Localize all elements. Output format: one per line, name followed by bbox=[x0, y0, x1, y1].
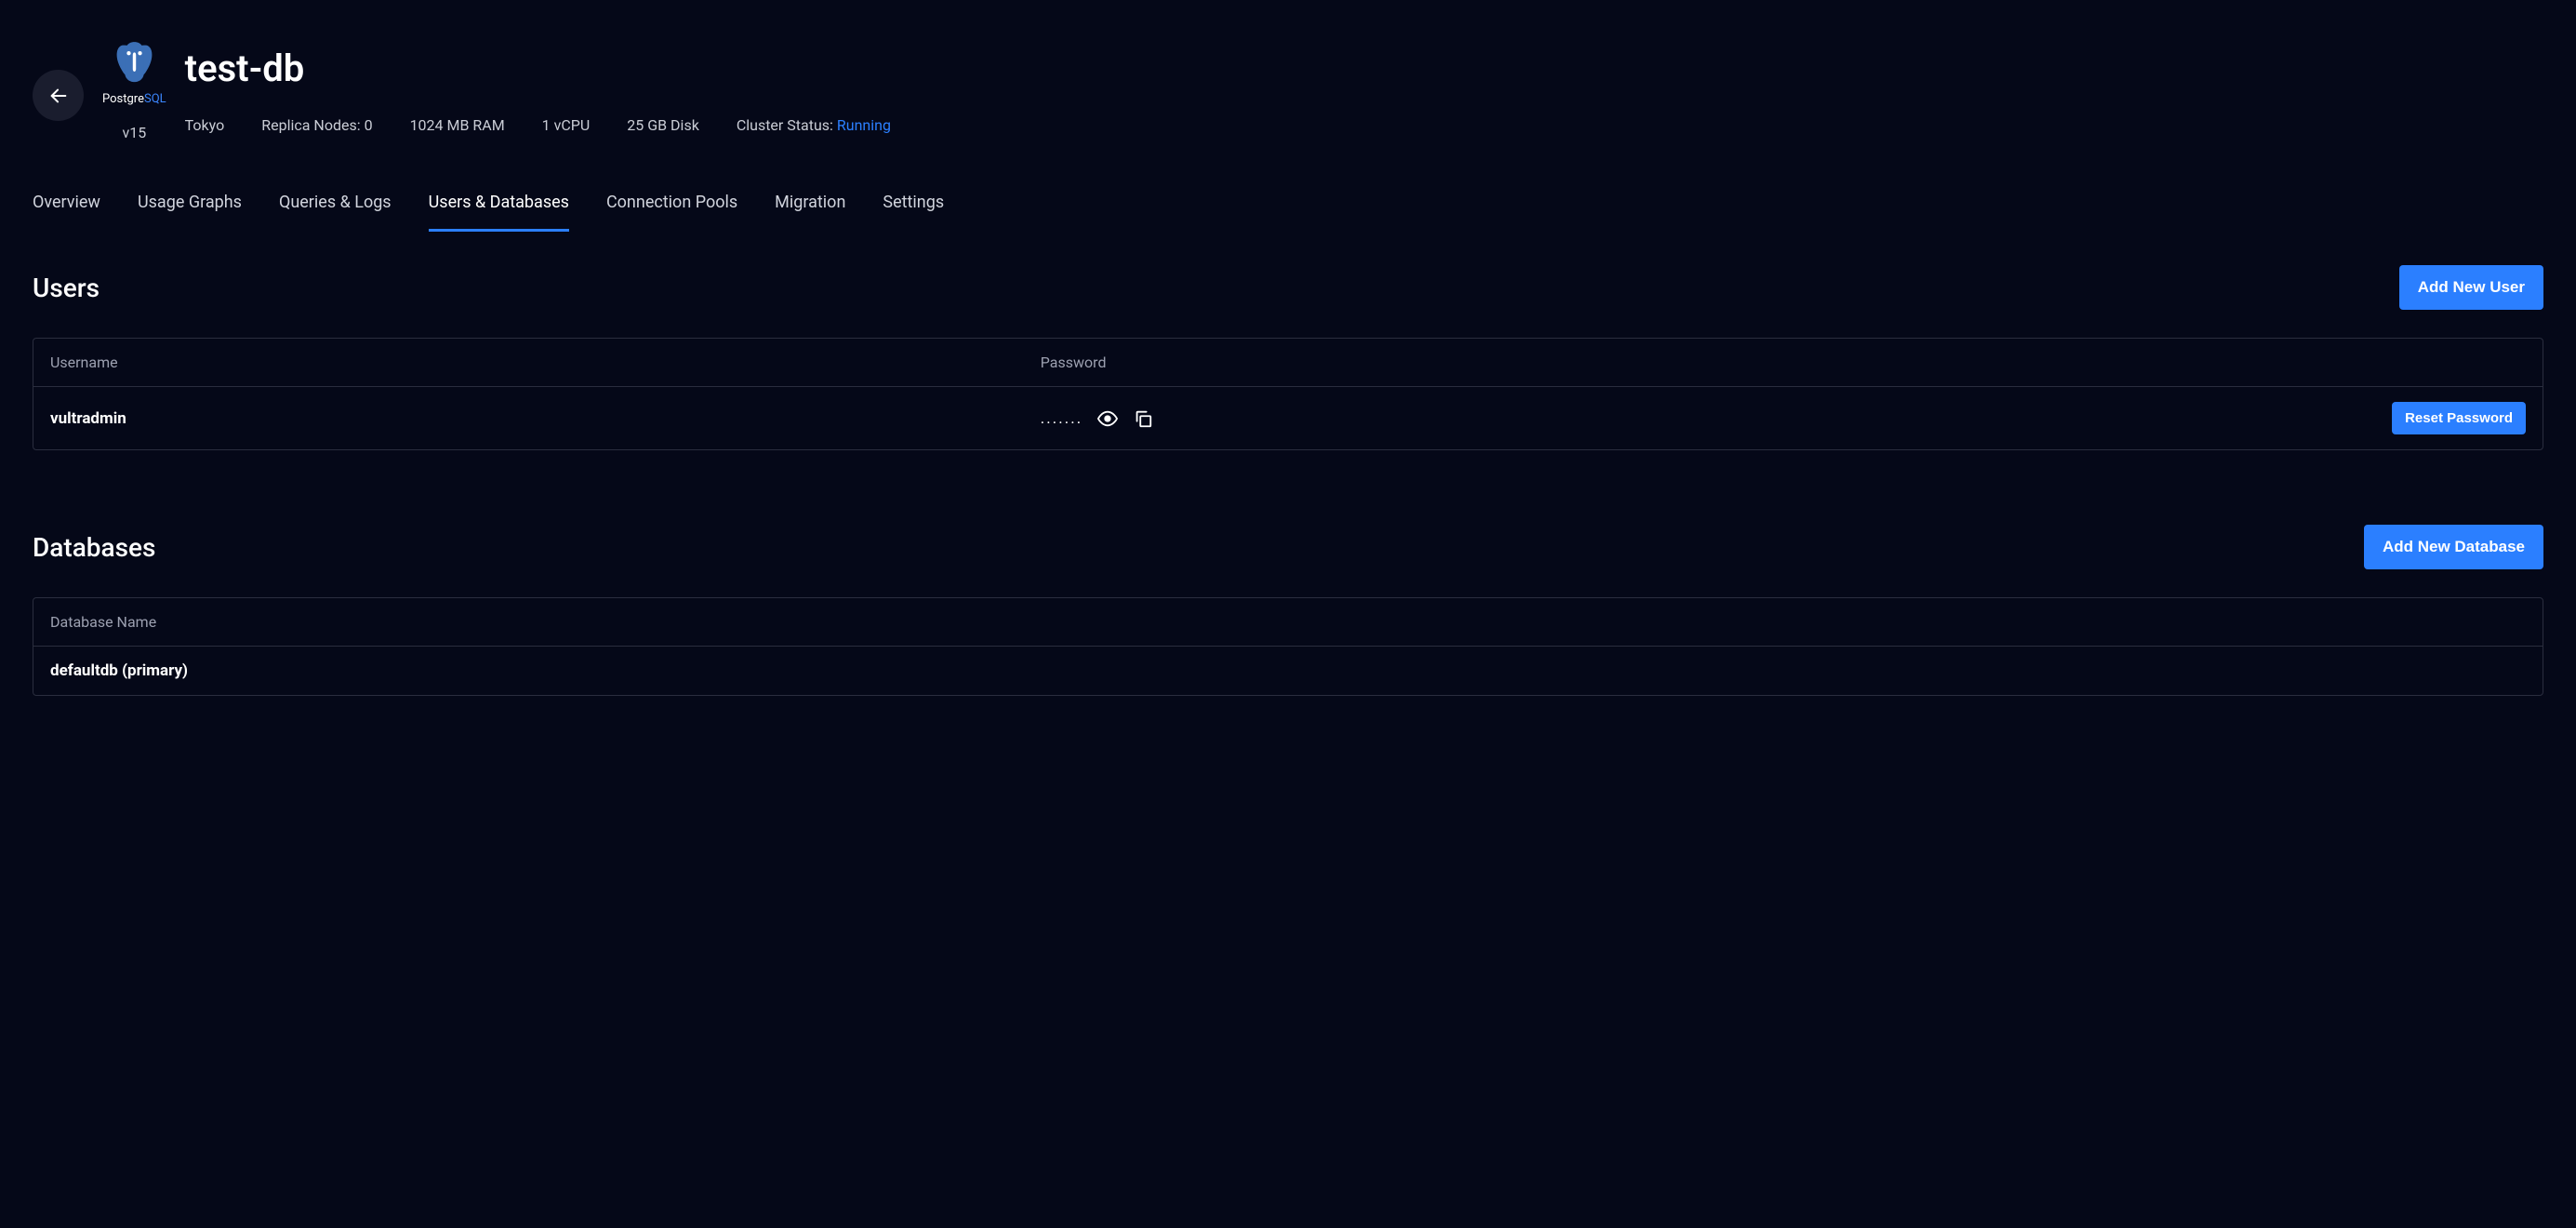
column-username: Username bbox=[50, 354, 1041, 371]
copy-icon bbox=[1133, 408, 1153, 429]
meta-ram: 1024 MB RAM bbox=[410, 116, 505, 134]
column-password: Password bbox=[1041, 354, 2031, 371]
tab-queries-logs[interactable]: Queries & Logs bbox=[279, 193, 392, 232]
logo-container: PostgreSQL v15 bbox=[102, 37, 166, 141]
databases-table-header: Database Name bbox=[33, 598, 2543, 647]
page-header: PostgreSQL v15 test-db Tokyo Replica Nod… bbox=[33, 37, 2543, 141]
table-row: vultradmin ....... Reset Passwo bbox=[33, 387, 2543, 449]
eye-icon bbox=[1097, 408, 1118, 429]
logo-label: PostgreSQL bbox=[102, 92, 166, 106]
add-user-button[interactable]: Add New User bbox=[2399, 265, 2543, 310]
reset-password-button[interactable]: Reset Password bbox=[2392, 402, 2526, 434]
users-table-header: Username Password bbox=[33, 339, 2543, 387]
reveal-password-button[interactable] bbox=[1097, 408, 1118, 429]
title-section: test-db Tokyo Replica Nodes: 0 1024 MB R… bbox=[185, 37, 2543, 134]
users-title: Users bbox=[33, 273, 100, 303]
password-masked: ....... bbox=[1041, 409, 1082, 428]
meta-row: Tokyo Replica Nodes: 0 1024 MB RAM 1 vCP… bbox=[185, 116, 2543, 134]
user-username: vultradmin bbox=[50, 409, 1041, 428]
databases-title: Databases bbox=[33, 532, 155, 563]
databases-section: Databases Add New Database Database Name… bbox=[33, 525, 2543, 696]
column-database-name: Database Name bbox=[50, 613, 2526, 631]
meta-replica: Replica Nodes: 0 bbox=[261, 116, 372, 134]
tab-users-databases[interactable]: Users & Databases bbox=[429, 193, 569, 232]
user-password-cell: ....... bbox=[1041, 408, 2031, 429]
users-table: Username Password vultradmin ....... bbox=[33, 338, 2543, 450]
arrow-left-icon bbox=[48, 86, 69, 106]
table-row: defaultdb (primary) bbox=[33, 647, 2543, 695]
postgresql-logo-icon bbox=[109, 37, 160, 88]
meta-cluster-status: Cluster Status: Running bbox=[737, 116, 891, 134]
database-name: defaultdb (primary) bbox=[50, 661, 2526, 680]
status-badge: Running bbox=[837, 116, 891, 134]
add-database-button[interactable]: Add New Database bbox=[2364, 525, 2543, 569]
tab-usage-graphs[interactable]: Usage Graphs bbox=[138, 193, 242, 232]
databases-section-header: Databases Add New Database bbox=[33, 525, 2543, 569]
databases-table: Database Name defaultdb (primary) bbox=[33, 597, 2543, 696]
users-section-header: Users Add New User bbox=[33, 265, 2543, 310]
tab-migration[interactable]: Migration bbox=[775, 193, 845, 232]
tab-settings[interactable]: Settings bbox=[883, 193, 944, 232]
users-section: Users Add New User Username Password vul… bbox=[33, 265, 2543, 450]
meta-cpu: 1 vCPU bbox=[542, 116, 591, 134]
back-button[interactable] bbox=[33, 70, 84, 121]
tabs: Overview Usage Graphs Queries & Logs Use… bbox=[33, 193, 2543, 233]
db-version: v15 bbox=[122, 124, 146, 141]
tab-connection-pools[interactable]: Connection Pools bbox=[606, 193, 737, 232]
meta-disk: 25 GB Disk bbox=[627, 116, 699, 134]
meta-location: Tokyo bbox=[185, 116, 225, 134]
db-title: test-db bbox=[185, 47, 2543, 90]
copy-password-button[interactable] bbox=[1133, 408, 1153, 429]
tab-overview[interactable]: Overview bbox=[33, 193, 100, 232]
